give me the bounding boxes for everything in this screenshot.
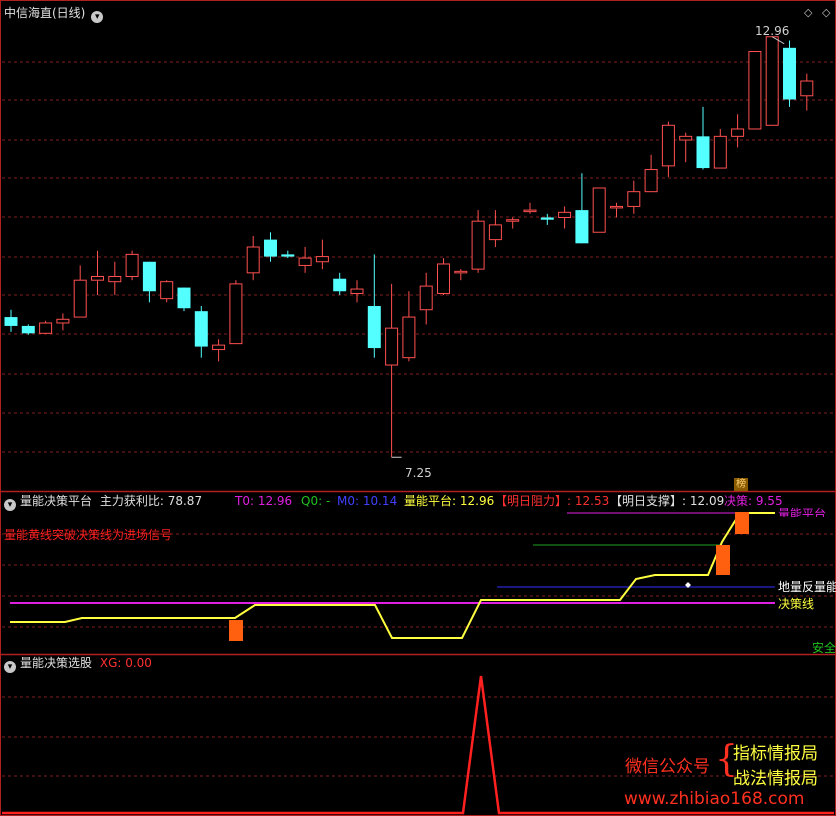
- stock-title: 中信海直(日线): [4, 6, 86, 20]
- safe-label: 安全: [812, 641, 836, 655]
- candle-body: [454, 270, 468, 274]
- indicator1-header: ▾ 量能决策平台 主力获利比: 78.87: [4, 494, 202, 511]
- candle-body: [21, 325, 35, 334]
- high-price-marker: 12.96: [755, 24, 790, 38]
- chart-canvas: [0, 0, 836, 816]
- resistance-value: 【明日阻力】: 12.53: [495, 494, 610, 508]
- candle-body: [91, 276, 104, 281]
- watermark-url: www.zhibiao168.com: [624, 789, 805, 809]
- candle-body: [679, 135, 693, 141]
- candle-body: [575, 210, 589, 244]
- indicator1-name: 量能决策平台: [20, 494, 93, 508]
- decision-value: 决策: 9.55: [724, 494, 783, 508]
- candle-body: [437, 263, 450, 294]
- watermark-name1: 指标情报局: [733, 744, 818, 764]
- decision-line-label: 决策线: [778, 597, 815, 611]
- candle-body: [610, 205, 623, 209]
- candle-body: [419, 285, 433, 311]
- candle-body: [108, 276, 122, 283]
- candle-body: [56, 318, 70, 324]
- candle-body: [644, 169, 658, 193]
- candle-body: [194, 311, 208, 347]
- candle-body: [402, 316, 416, 359]
- candle-body: [39, 322, 53, 334]
- candle-body: [229, 283, 243, 345]
- candle-body: [523, 209, 537, 213]
- signal-bar: [229, 620, 243, 641]
- candle-body: [333, 278, 347, 292]
- signal-note: 量能黄线突破决策线为进场信号: [4, 528, 173, 542]
- t0-value: T0: 12.96: [235, 494, 293, 508]
- candle-body: [298, 257, 312, 266]
- candle-body: [4, 317, 18, 326]
- watermark-wechat: 微信公众号: [625, 757, 710, 777]
- chevron-down-icon[interactable]: ▾: [4, 661, 16, 673]
- ratio-value: 78.87: [167, 494, 203, 508]
- xg-value: XG: 0.00: [99, 656, 152, 670]
- diamond-icon[interactable]: ◇: [804, 6, 812, 20]
- signal-bar: [735, 512, 749, 534]
- m0-value: M0: 10.14: [337, 494, 398, 508]
- window-border: [0, 0, 836, 816]
- indicator2-name: 量能决策选股: [20, 656, 93, 670]
- candle-body: [350, 288, 364, 294]
- candle-body: [73, 279, 87, 318]
- candle-body: [748, 51, 762, 130]
- candle-body: [696, 136, 710, 169]
- candle-body: [212, 344, 226, 351]
- candle-body: [731, 128, 745, 137]
- candle-body: [713, 135, 727, 169]
- candle-body: [540, 217, 554, 220]
- candle-body: [558, 211, 572, 218]
- chevron-down-icon[interactable]: ▾: [91, 11, 104, 23]
- watermark-name2: 战法情报局: [733, 769, 818, 789]
- rank-badge[interactable]: 榜: [734, 478, 748, 491]
- q0-value: Q0: -: [301, 494, 331, 508]
- candle-body: [281, 254, 295, 257]
- candle-body: [506, 219, 520, 222]
- candle-body: [627, 191, 641, 207]
- candle-body: [385, 327, 399, 366]
- diamond-icon[interactable]: ◇: [822, 6, 830, 20]
- ground-line-label: 地量反量能: [778, 580, 836, 594]
- candle-body: [661, 124, 675, 167]
- main-title-row: 中信海直(日线) ▾: [4, 6, 107, 23]
- platform-value: 量能平台: 12.96: [404, 494, 495, 508]
- candle-body: [471, 220, 485, 270]
- support-value: 【明日支撑】: 12.09: [610, 494, 725, 508]
- candle-body: [315, 256, 329, 263]
- candle-body: [160, 281, 174, 300]
- signal-bar: [716, 545, 730, 575]
- candle-body: [488, 224, 502, 241]
- candle-body: [177, 287, 191, 309]
- low-price-marker: 7.25: [405, 466, 432, 480]
- candle-body: [783, 47, 796, 100]
- indicator2-header: ▾ 量能决策选股 XG: 0.00: [4, 656, 152, 673]
- chevron-down-icon[interactable]: ▾: [4, 499, 16, 511]
- candle-body: [592, 187, 606, 233]
- platform-line-label: 量能平台: [778, 507, 827, 517]
- candle-body: [142, 261, 156, 292]
- chart-window: { "colors": { "up": "#ff5050", "down": "…: [0, 0, 836, 816]
- candle-body: [367, 306, 381, 349]
- candle-body: [246, 246, 260, 274]
- candle-body: [264, 239, 277, 257]
- candle-body: [765, 36, 779, 126]
- ratio-label: 主力获利比:: [99, 494, 164, 508]
- candle-body: [125, 253, 139, 278]
- candle-body: [800, 80, 814, 97]
